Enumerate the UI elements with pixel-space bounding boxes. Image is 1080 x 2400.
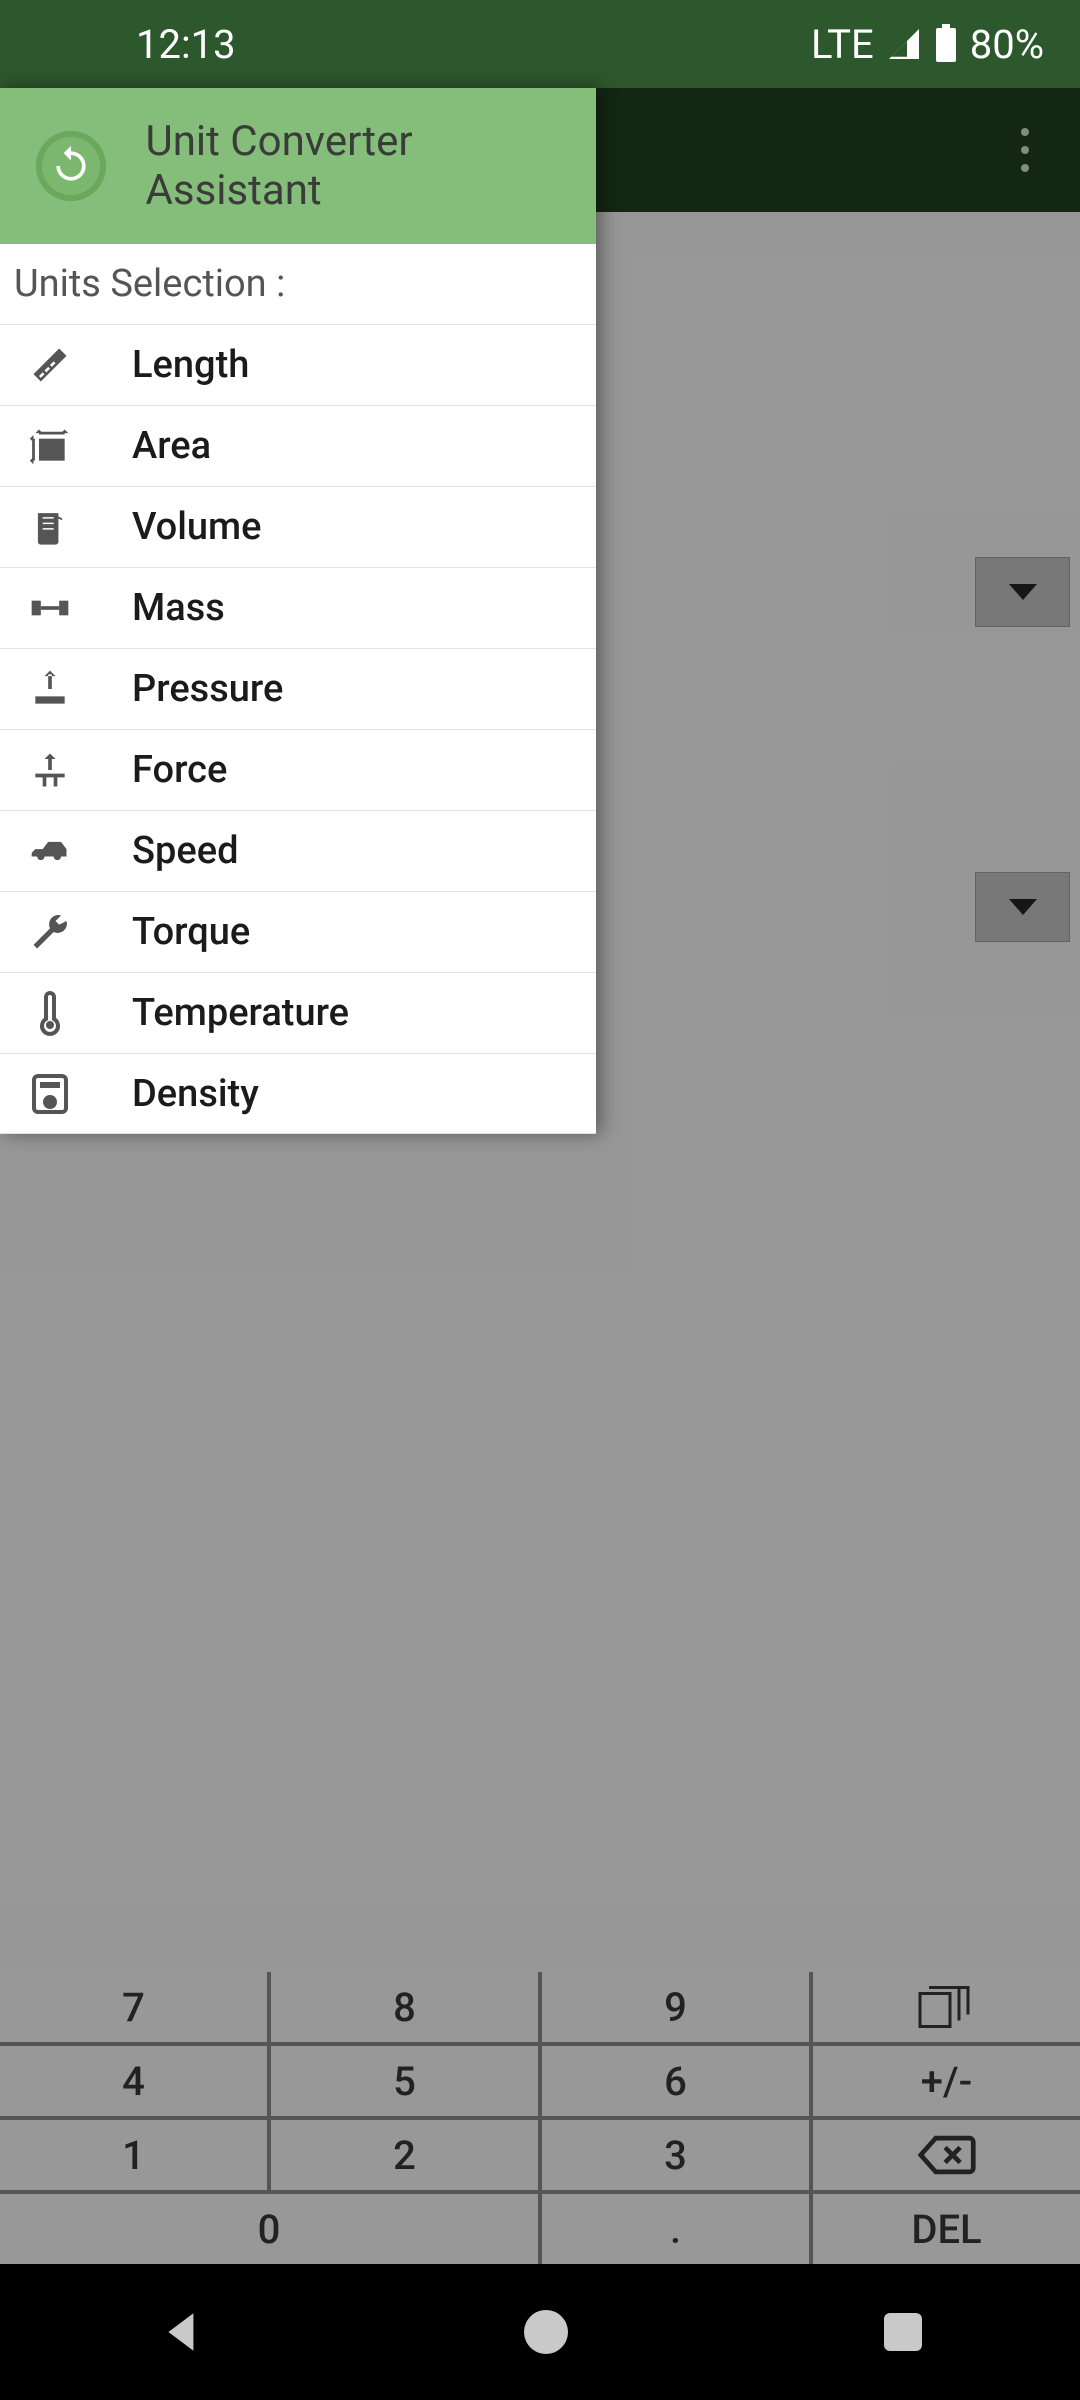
force-icon <box>26 746 74 794</box>
key-dot[interactable]: . <box>542 2194 809 2264</box>
unit-item-length[interactable]: Length <box>0 324 596 405</box>
density-icon <box>26 1070 74 1118</box>
unit-item-force[interactable]: Force <box>0 729 596 810</box>
key-2[interactable]: 2 <box>271 2120 538 2190</box>
unit-label: Density <box>132 1072 259 1116</box>
key-sign[interactable]: +/- <box>813 2046 1080 2116</box>
battery-label: 80% <box>970 21 1044 68</box>
system-nav-bar <box>0 2264 1080 2400</box>
key-7[interactable]: 7 <box>0 1972 267 2042</box>
key-0[interactable]: 0 <box>0 2194 538 2264</box>
backspace-icon <box>917 2131 977 2179</box>
unit-label: Pressure <box>132 667 283 711</box>
unit-item-area[interactable]: Area <box>0 405 596 486</box>
unit-label: Mass <box>132 586 225 630</box>
unit-item-torque[interactable]: Torque <box>0 891 596 972</box>
app-title: Unit Converter Assistant <box>146 117 597 215</box>
dumbbell-icon <box>26 584 74 632</box>
unit-item-mass[interactable]: Mass <box>0 567 596 648</box>
drawer-header: Unit Converter Assistant <box>0 88 596 244</box>
unit-label: Volume <box>132 505 262 549</box>
network-label: LTE <box>811 21 874 68</box>
beaker-icon <box>26 503 74 551</box>
unit-label: Area <box>132 424 211 468</box>
key-del[interactable]: DEL <box>813 2194 1080 2264</box>
navigation-drawer: Unit Converter Assistant Units Selection… <box>0 88 596 1134</box>
key-6[interactable]: 6 <box>542 2046 809 2116</box>
thermometer-icon <box>26 989 74 1037</box>
key-9[interactable]: 9 <box>542 1972 809 2042</box>
key-clipboard[interactable] <box>813 1972 1080 2042</box>
wrench-icon <box>26 908 74 956</box>
key-1[interactable]: 1 <box>0 2120 267 2190</box>
unit-label: Force <box>132 748 227 792</box>
key-4[interactable]: 4 <box>0 2046 267 2116</box>
unit-item-speed[interactable]: Speed <box>0 810 596 891</box>
signal-icon <box>886 26 922 62</box>
units-list: Length Area Volume Mass Pressure Force S… <box>0 324 596 1134</box>
section-label: Units Selection : <box>0 244 596 324</box>
keypad: 7 8 9 4 5 6 +/- 1 2 3 0 . DEL <box>0 1972 1080 2264</box>
nav-back-button[interactable] <box>158 2307 208 2357</box>
key-8[interactable]: 8 <box>271 1972 538 2042</box>
nav-recent-button[interactable] <box>884 2313 922 2351</box>
key-backspace[interactable] <box>813 2120 1080 2190</box>
unit-label: Length <box>132 343 249 387</box>
app-logo <box>36 131 106 201</box>
status-indicators: LTE 80% <box>811 21 1044 68</box>
refresh-icon <box>49 144 93 188</box>
unit-label: Temperature <box>132 991 349 1035</box>
ruler-icon <box>26 341 74 389</box>
car-icon <box>26 827 74 875</box>
nav-home-button[interactable] <box>524 2310 568 2354</box>
battery-icon <box>934 24 958 64</box>
unit-item-temperature[interactable]: Temperature <box>0 972 596 1053</box>
key-5[interactable]: 5 <box>271 2046 538 2116</box>
unit-item-volume[interactable]: Volume <box>0 486 596 567</box>
unit-label: Torque <box>132 910 250 954</box>
clipboard-icon <box>917 1983 977 2031</box>
key-3[interactable]: 3 <box>542 2120 809 2190</box>
unit-item-density[interactable]: Density <box>0 1053 596 1134</box>
clock: 12:13 <box>136 21 236 68</box>
unit-label: Speed <box>132 829 239 873</box>
unit-item-pressure[interactable]: Pressure <box>0 648 596 729</box>
status-bar: 12:13 LTE 80% <box>0 0 1080 88</box>
pressure-icon <box>26 665 74 713</box>
area-icon <box>26 422 74 470</box>
